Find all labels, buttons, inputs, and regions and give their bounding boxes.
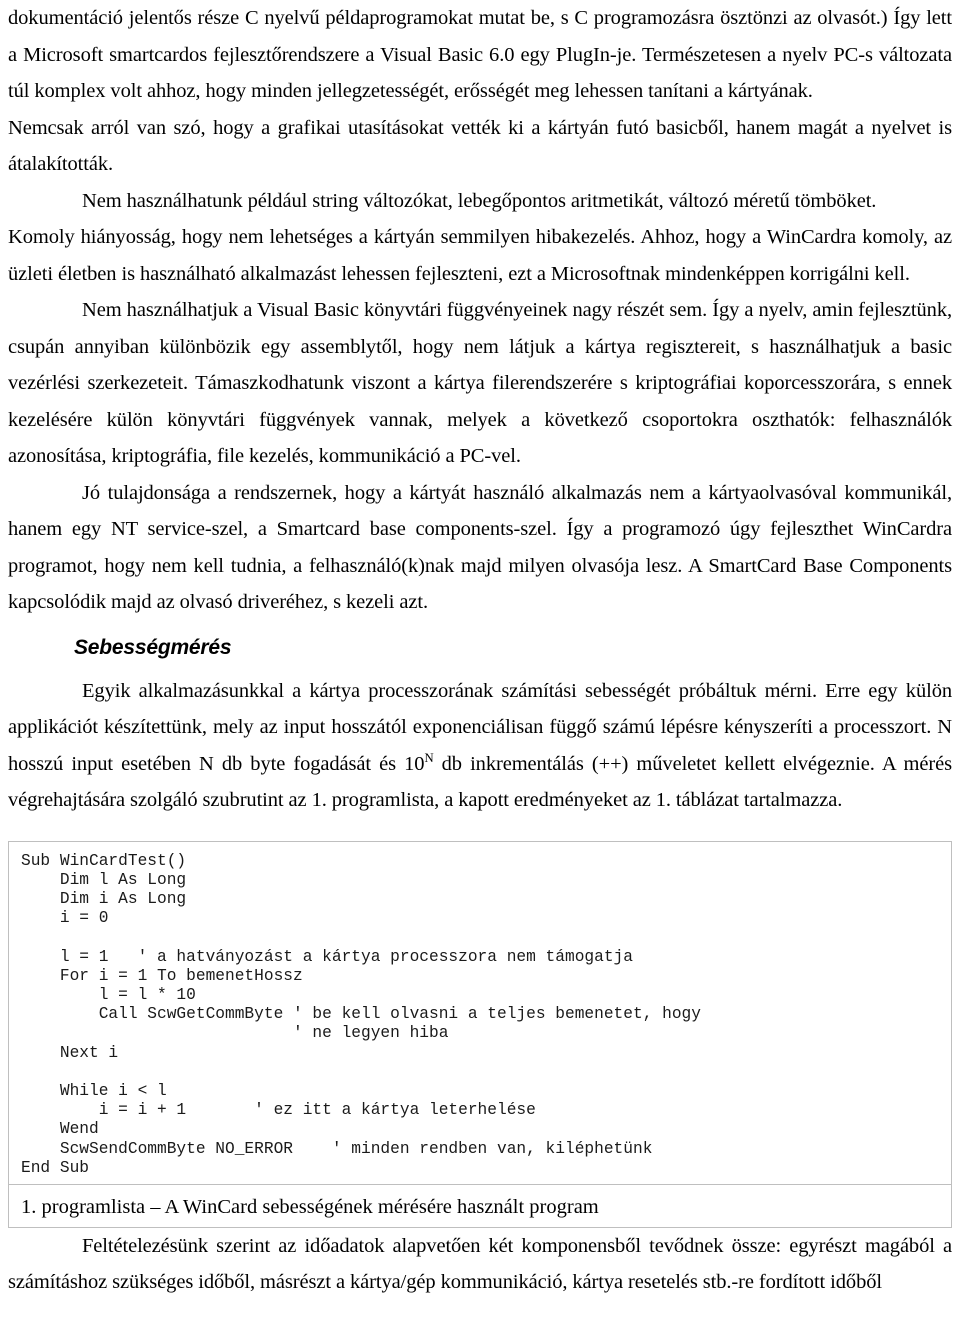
- paragraph-nemcsak: Nemcsak arról van szó, hogy a grafikai u…: [8, 116, 952, 176]
- section-heading-sebessegmeres: Sebességmérés: [74, 635, 232, 659]
- superscript-exponent-n: N: [424, 750, 434, 765]
- paragraph-komoly-hianyossag: Komoly hiányosság, hogy nem lehetséges a…: [8, 226, 952, 285]
- paragraph-jo-tulajdonsaga: Jó tulajdonsága a rendszernek, hogy a ká…: [8, 481, 952, 614]
- code-listing-box: Sub WinCardTest() Dim l As Long Dim i As…: [8, 840, 952, 1184]
- paragraph-nem-hasznalhatunk: Nem használhatunk például string változó…: [82, 189, 877, 212]
- paragraph-continuation: dokumentáció jelentős része C nyelvű pél…: [8, 7, 952, 102]
- paragraph-visual-basic-konyvtari: Nem használhatjuk a Visual Basic könyvtá…: [8, 299, 952, 467]
- caption-programlista-1: 1. programlista – A WinCard sebességének…: [21, 1195, 599, 1218]
- paragraph-speed-intro: Egyik alkalmazásunkkal a kártya processz…: [8, 673, 952, 819]
- code-listing-wincardtest: Sub WinCardTest() Dim l As Long Dim i As…: [21, 851, 701, 1177]
- document-page: dokumentáció jelentős része C nyelvű pél…: [0, 0, 960, 1301]
- caption-box: 1. programlista – A WinCard sebességének…: [8, 1183, 952, 1228]
- paragraph-feltetelezesunk: Feltételezésünk szerint az időadatok ala…: [8, 1234, 952, 1294]
